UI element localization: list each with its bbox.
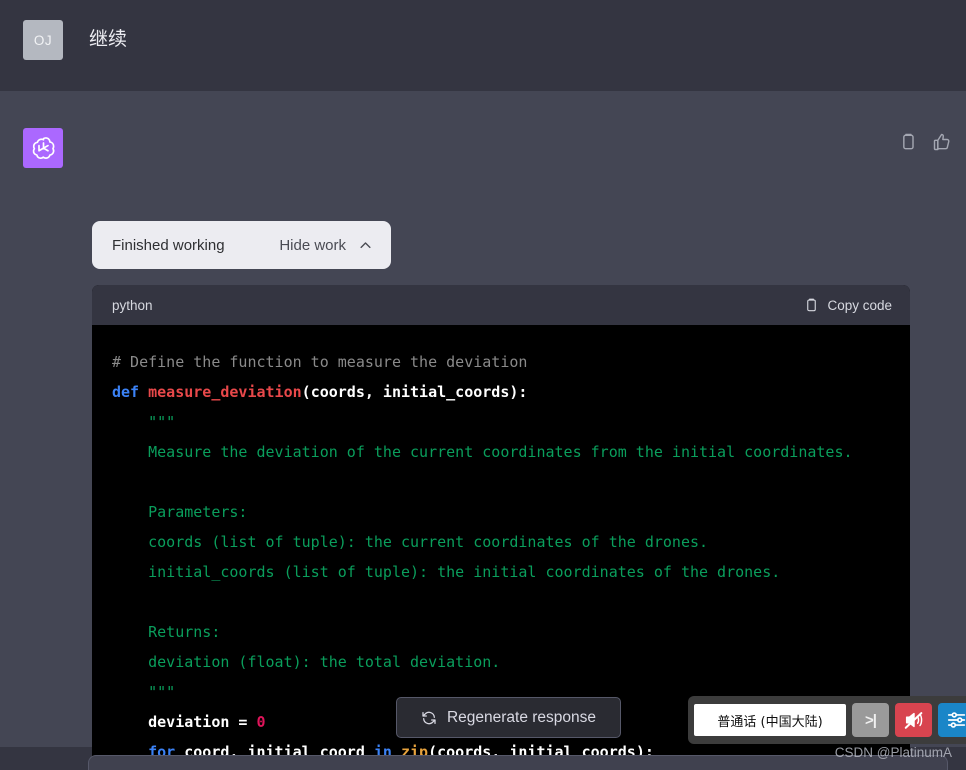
hide-work-toggle[interactable]: Hide work [279, 237, 373, 254]
copy-code-label: Copy code [827, 297, 892, 313]
code-line: Measure the deviation of the current coo… [112, 443, 853, 461]
work-status-label: Finished working [112, 236, 225, 254]
message-input-box[interactable] [88, 755, 948, 770]
chatgpt-conversation-screen: OJ 继续 Finished working Hide work python … [0, 0, 966, 770]
code-line: Parameters: [112, 503, 248, 521]
thumbs-up-icon[interactable] [932, 131, 952, 153]
regenerate-response-label: Regenerate response [446, 708, 597, 726]
user-avatar: OJ [23, 20, 63, 60]
ime-floating-toolbar: 普通话 (中国大陆) >| [688, 696, 966, 744]
assistant-message-row: Finished working Hide work python Copy c… [0, 91, 966, 770]
ime-next-button[interactable]: >| [852, 703, 889, 737]
user-avatar-initials: OJ [33, 32, 53, 48]
code-line: # Define the function to measure the dev… [112, 353, 528, 371]
watermark-text: CSDN @PlatinumA [834, 745, 952, 760]
code-block-header: python Copy code [92, 285, 910, 325]
clipboard-icon [804, 297, 819, 313]
code-line: def measure_deviation(coords, initial_co… [112, 383, 528, 401]
chatgpt-logo-icon [23, 128, 63, 168]
user-message-text: 继续 [89, 29, 128, 50]
code-line: coords (list of tuple): the current coor… [112, 533, 709, 551]
code-line: """ [112, 413, 176, 431]
message-actions [898, 131, 952, 153]
user-message-row: OJ 继续 [0, 0, 966, 91]
refresh-icon [421, 710, 437, 726]
code-line: deviation (float): the total deviation. [112, 653, 501, 671]
code-language-label: python [112, 297, 153, 313]
sliders-icon[interactable] [938, 703, 966, 737]
copy-code-button[interactable]: Copy code [804, 297, 892, 313]
code-line: initial_coords (list of tuple): the init… [112, 563, 781, 581]
speaker-muted-icon[interactable] [895, 703, 932, 737]
ime-language-selector[interactable]: 普通话 (中国大陆) [694, 704, 846, 736]
regenerate-response-button[interactable]: Regenerate response [396, 697, 621, 738]
hide-work-label: Hide work [279, 236, 346, 254]
finished-working-pill[interactable]: Finished working Hide work [92, 221, 391, 269]
code-line: Returns: [112, 623, 221, 641]
copy-icon[interactable] [898, 131, 918, 153]
chevron-up-icon [358, 238, 373, 253]
